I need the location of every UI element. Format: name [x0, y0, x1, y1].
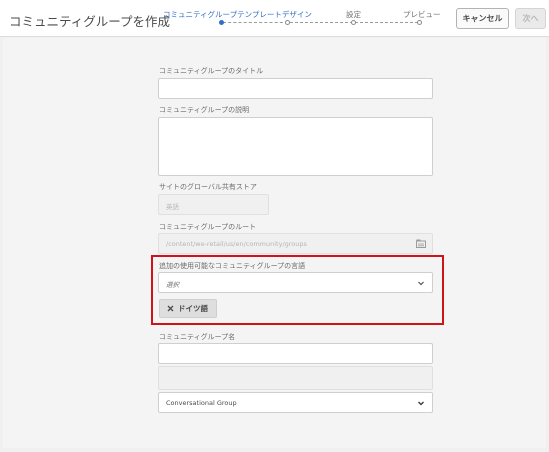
language-tag-label: ドイツ語	[178, 304, 208, 313]
template-select[interactable]: Conversational Group	[158, 392, 433, 413]
step-preview-label[interactable]: プレビュー	[403, 9, 441, 20]
global-store-placeholder: 英語	[166, 203, 179, 211]
root-placeholder: /content/we-retail/us/en/community/group…	[166, 240, 307, 248]
global-store-label: サイトのグローバル共有ストア	[159, 183, 257, 191]
languages-placeholder: 選択	[166, 281, 179, 289]
step-settings-label[interactable]: 設定	[346, 9, 361, 20]
step-dot-intermediate	[285, 20, 290, 25]
step-dot-preview[interactable]	[417, 20, 422, 25]
root-label: コミュニティグループのルート	[159, 223, 257, 231]
languages-label: 追加の使用可能なコミュニティグループの言語	[159, 262, 306, 270]
name-input[interactable]	[158, 343, 433, 364]
description-label: コミュニティグループの説明	[159, 106, 250, 114]
step-dot-settings[interactable]	[351, 20, 356, 25]
title-label: コミュニティグループのタイトル	[159, 67, 264, 75]
title-input[interactable]	[158, 78, 433, 99]
step-template-label[interactable]: コミュニティグループテンプレートデザイン	[163, 9, 312, 20]
name-label: コミュニティグループ名	[159, 333, 236, 341]
step-connector	[355, 22, 418, 23]
wizard-steps: コミュニティグループテンプレートデザイン 設定 プレビュー	[160, 0, 460, 37]
page-title: コミュニティグループを作成	[9, 14, 171, 29]
folder-browse-icon[interactable]	[416, 239, 426, 248]
language-tag: ドイツ語	[159, 299, 217, 318]
top-bar: コミュニティグループを作成 コミュニティグループテンプレートデザイン 設定 プレ…	[0, 0, 549, 37]
step-connector	[223, 22, 288, 23]
step-connector	[290, 22, 353, 23]
chevron-down-icon	[418, 281, 424, 286]
next-button[interactable]: 次へ	[515, 8, 546, 29]
root-field: /content/we-retail/us/en/community/group…	[158, 233, 433, 254]
cancel-button[interactable]: キャンセル	[456, 8, 509, 29]
close-icon[interactable]	[167, 305, 174, 312]
template-selected-value: Conversational Group	[166, 399, 237, 407]
description-textarea[interactable]	[158, 117, 433, 176]
languages-select[interactable]: 選択	[158, 272, 433, 293]
blank-field	[158, 366, 433, 390]
step-dot-template[interactable]	[219, 20, 224, 25]
chevron-down-icon	[418, 401, 424, 406]
global-store-field: 英語	[158, 194, 269, 215]
